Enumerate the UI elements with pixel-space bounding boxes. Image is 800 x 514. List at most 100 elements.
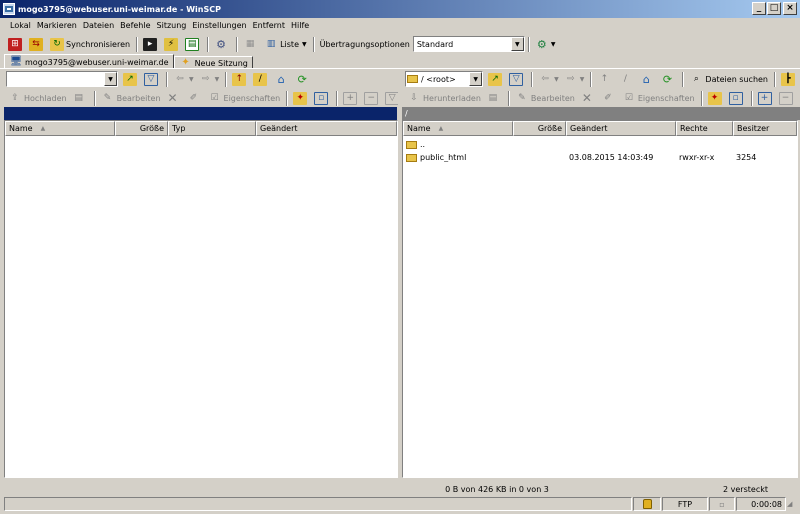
- local-new-file-button[interactable]: ▫: [312, 90, 332, 107]
- remote-col-owner[interactable]: Besitzer: [733, 121, 797, 136]
- local-open-dir-button[interactable]: ↗: [121, 71, 141, 88]
- title-bar[interactable]: mogo3795@webuser.uni-weimar.de - WinSCP …: [0, 0, 800, 18]
- local-filter-button[interactable]: ▽: [142, 71, 162, 88]
- remote-path-select[interactable]: / <root> ▼: [405, 71, 484, 87]
- transfer-settings-dropdown[interactable]: ⚙ ▼: [533, 36, 558, 53]
- arrow-right-icon: ⇨: [201, 73, 210, 84]
- local-file-list[interactable]: Name ▲ Größe Typ Geändert: [4, 120, 398, 478]
- sort-asc-icon: ▲: [438, 125, 444, 132]
- resize-grip[interactable]: ◢: [787, 500, 792, 508]
- menu-entfernt[interactable]: Entfernt: [251, 21, 287, 30]
- menu-dateien[interactable]: Dateien: [81, 21, 116, 30]
- remote-tree-button[interactable]: ┣: [779, 71, 799, 88]
- local-col-type[interactable]: Typ: [168, 121, 256, 136]
- remote-open-dir-button[interactable]: ↗: [486, 71, 506, 88]
- remote-new-file-button[interactable]: ▫: [727, 90, 747, 107]
- close-button[interactable]: ×: [783, 2, 797, 15]
- local-col-changed[interactable]: Geändert: [256, 121, 397, 136]
- hidden-files-status[interactable]: 2 versteckt: [723, 485, 768, 494]
- local-home-button[interactable]: ⌂: [272, 71, 292, 88]
- remote-unselect-button[interactable]: −: [777, 90, 797, 107]
- terminal-button[interactable]: ▸: [141, 36, 161, 53]
- download-button[interactable]: ⇩ Herunterladen: [405, 90, 483, 107]
- local-col-size[interactable]: Größe: [115, 121, 168, 136]
- remote-edit-button[interactable]: ✎ Bearbeiten: [513, 90, 577, 107]
- clipboard-icon: ▦: [245, 38, 255, 49]
- remote-select-all-button[interactable]: +: [756, 90, 776, 107]
- local-parent-dir-button[interactable]: ↑: [230, 71, 250, 88]
- remote-path-value: / <root>: [421, 74, 456, 84]
- session-tab[interactable]: 🖥︎ mogo3795@webuser.uni-weimar.de: [4, 54, 174, 69]
- chevron-down-icon: ▼: [469, 72, 483, 86]
- toolbar-separator: [750, 90, 753, 106]
- local-path-select[interactable]: ▼: [6, 71, 118, 87]
- file-name: ..: [420, 140, 426, 149]
- transfer-settings-button[interactable]: ▦: [241, 36, 261, 53]
- file-changed: 03.08.2015 14:03:49: [569, 153, 654, 162]
- local-unselect-button[interactable]: −: [362, 90, 382, 107]
- remote-col-size[interactable]: Größe: [513, 121, 566, 136]
- local-delete-button[interactable]: ✕: [164, 90, 184, 107]
- local-rename-button[interactable]: ✐: [185, 90, 205, 107]
- preferences-button[interactable]: ⚙: [212, 36, 232, 53]
- file-row-parent[interactable]: ..: [403, 138, 797, 151]
- local-upload-options-button[interactable]: ▤: [70, 90, 90, 107]
- local-edit-button[interactable]: ✎ Bearbeiten: [99, 90, 163, 107]
- local-select-all-button[interactable]: +: [341, 90, 361, 107]
- upload-button[interactable]: ⇪ Hochladen: [6, 90, 69, 107]
- transfer-preset-select[interactable]: Standard ▼: [412, 36, 525, 52]
- new-session-label: Neue Sitzung: [194, 58, 248, 68]
- remote-refresh-button[interactable]: ⟳: [658, 71, 678, 88]
- minimize-button[interactable]: _: [752, 2, 766, 15]
- local-forward-button[interactable]: ⇨ ▼: [197, 71, 222, 88]
- local-refresh-button[interactable]: ⟳: [293, 71, 313, 88]
- remote-root-dir-button[interactable]: /: [616, 71, 636, 88]
- remote-properties-button[interactable]: ☑ Eigenschaften: [620, 90, 697, 107]
- menu-lokal[interactable]: Lokal: [8, 21, 33, 30]
- remote-new-folder-button[interactable]: ✦: [706, 90, 726, 107]
- upload-label: Hochladen: [24, 93, 67, 103]
- root-folder-icon: /: [253, 72, 268, 86]
- remote-back-button[interactable]: ⇦ ▼: [536, 71, 561, 88]
- chevron-down-icon: ▼: [554, 75, 559, 83]
- synchronize-button[interactable]: ↻ Synchronisieren: [48, 36, 132, 53]
- local-properties-button[interactable]: ☑ Eigenschaften: [206, 90, 283, 107]
- remote-col-name[interactable]: Name ▲: [403, 121, 513, 136]
- lock-status[interactable]: [633, 497, 661, 511]
- local-col-name[interactable]: Name ▲: [5, 121, 115, 136]
- remote-parent-dir-button[interactable]: ↑: [595, 71, 615, 88]
- putty-button[interactable]: ⚡: [162, 36, 182, 53]
- remote-filter-button[interactable]: ▽: [507, 71, 527, 88]
- menu-einstellungen[interactable]: Einstellungen: [190, 21, 248, 30]
- compare-dirs-button[interactable]: ⊞: [6, 36, 26, 53]
- list-button[interactable]: ▥ Liste ▼: [262, 36, 309, 53]
- remote-download-options-button[interactable]: ▤: [484, 90, 504, 107]
- find-files-button[interactable]: ⌕ Dateien suchen: [687, 71, 770, 88]
- local-root-dir-button[interactable]: /: [251, 71, 271, 88]
- toolbar-separator: [166, 71, 168, 87]
- local-back-button[interactable]: ⇦ ▼: [171, 71, 196, 88]
- file-row-public-html[interactable]: public_html 03.08.2015 14:03:49 rwxr-xr-…: [403, 151, 797, 164]
- remote-col-rights[interactable]: Rechte: [676, 121, 733, 136]
- compare-icon: ⊞: [8, 37, 22, 51]
- menu-markieren[interactable]: Markieren: [35, 21, 79, 30]
- maximize-button[interactable]: □: [767, 2, 781, 15]
- queue-button[interactable]: ▤: [183, 36, 203, 53]
- remote-home-button[interactable]: ⌂: [637, 71, 657, 88]
- remote-file-list[interactable]: Name ▲ Größe Geändert Rechte Besitzer .. …: [402, 120, 798, 478]
- local-edit-label: Bearbeiten: [116, 93, 161, 103]
- menu-hilfe[interactable]: Hilfe: [289, 21, 311, 30]
- local-properties-label: Eigenschaften: [223, 93, 281, 103]
- toolbar-separator: [700, 90, 703, 106]
- menu-sitzung[interactable]: Sitzung: [155, 21, 189, 30]
- local-new-folder-button[interactable]: ✦: [291, 90, 311, 107]
- sync-browse-button[interactable]: ⇆: [27, 36, 47, 53]
- remote-forward-button[interactable]: ⇨ ▼: [562, 71, 587, 88]
- remote-col-changed[interactable]: Geändert: [566, 121, 676, 136]
- remote-rename-button[interactable]: ✐: [599, 90, 619, 107]
- remote-delete-button[interactable]: ✕: [578, 90, 598, 107]
- folder-icon: [406, 153, 417, 162]
- menu-befehle[interactable]: Befehle: [118, 21, 152, 30]
- queue-icon: ▤: [185, 37, 200, 51]
- remote-file-toolbar: ⇩ Herunterladen ▤ ✎ Bearbeiten ✕ ✐ ☑ Eigens…: [405, 88, 800, 108]
